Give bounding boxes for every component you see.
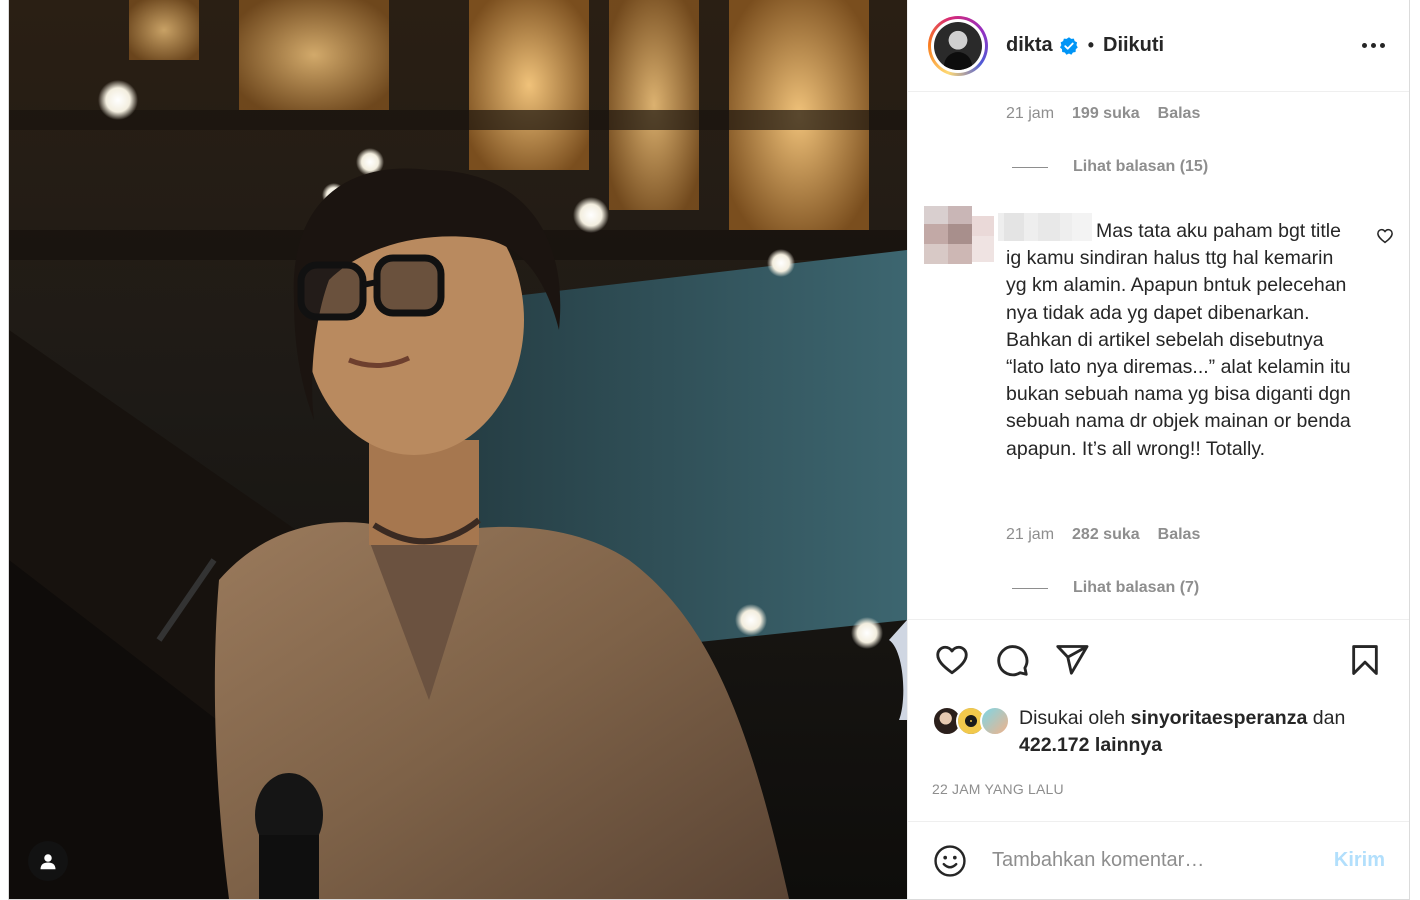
story-ring[interactable] <box>928 15 988 76</box>
concert-photo <box>9 0 907 899</box>
reply-button[interactable]: Balas <box>1158 526 1201 544</box>
likes-prefix: Disukai oleh <box>1019 707 1126 729</box>
heart-icon <box>936 645 968 674</box>
comments-list[interactable]: 21 jam 199 suka Balas Lihat balasan (15) <box>908 92 1409 619</box>
save-button[interactable] <box>1345 640 1385 680</box>
divider <box>1012 166 1048 168</box>
likes-conj: dan <box>1312 707 1346 729</box>
liker-username[interactable]: sinyoritaesperanza <box>1131 707 1308 729</box>
avatar <box>934 21 982 70</box>
comment-icon <box>997 644 1029 676</box>
heart-icon[interactable] <box>1376 227 1394 245</box>
share-button[interactable] <box>1052 640 1092 680</box>
comment-composer: Kirim <box>908 821 1409 899</box>
person-icon <box>40 854 56 870</box>
comment-time: 21 jam <box>1006 526 1055 543</box>
post-dialog: dikta • Diikuti 21 jam 199 suka Balas Li… <box>8 0 1410 900</box>
post-comment-button[interactable]: Kirim <box>1334 849 1385 872</box>
emoji-icon <box>934 844 966 877</box>
avatar <box>980 706 1010 736</box>
redacted-avatar <box>924 206 994 264</box>
post-header: dikta • Diikuti <box>908 0 1409 92</box>
comment-meta: 21 jam 199 suka Balas <box>1006 105 1200 123</box>
post-username[interactable]: dikta <box>1006 34 1053 57</box>
comment-text: Mas tata aku paham bgt title ig kamu sin… <box>1006 220 1351 460</box>
more-options-icon[interactable] <box>1356 37 1391 54</box>
reply-button[interactable]: Balas <box>1158 105 1201 123</box>
bookmark-icon <box>1352 644 1378 675</box>
emoji-button[interactable] <box>932 843 968 879</box>
comment-likes[interactable]: 199 suka <box>1072 105 1140 123</box>
tag-people-button[interactable] <box>28 841 68 881</box>
comment-input[interactable] <box>992 849 1334 872</box>
comment-likes[interactable]: 282 suka <box>1072 526 1140 544</box>
likes-text: Disukai oleh sinyoritaesperanza dan 422.… <box>1019 705 1389 759</box>
liker-avatars[interactable] <box>932 706 1016 736</box>
post-timestamp[interactable]: 22 JAM YANG LALU <box>908 781 1409 821</box>
divider <box>1012 587 1048 589</box>
view-replies-button[interactable]: Lihat balasan (7) <box>1012 579 1199 597</box>
action-bar <box>908 619 1409 699</box>
view-replies-label: Lihat balasan (15) <box>1073 158 1209 175</box>
like-button[interactable] <box>932 640 972 680</box>
view-replies-label: Lihat balasan (7) <box>1073 579 1200 596</box>
view-replies-button[interactable]: Lihat balasan (15) <box>1012 158 1208 176</box>
follow-status-button[interactable]: Diikuti <box>1103 34 1164 57</box>
post-photo[interactable] <box>9 0 907 899</box>
comment-button[interactable] <box>992 640 1032 680</box>
post-side-panel: dikta • Diikuti 21 jam 199 suka Balas Li… <box>907 0 1409 899</box>
comment-time: 21 jam <box>1006 105 1055 122</box>
comment-meta: 21 jam 282 suka Balas <box>1006 526 1200 544</box>
separator-dot: • <box>1087 35 1094 55</box>
verified-badge-icon <box>1059 36 1079 56</box>
share-icon <box>1056 644 1089 675</box>
likes-count[interactable]: 422.172 lainnya <box>1019 734 1162 756</box>
likes-summary: Disukai oleh sinyoritaesperanza dan 422.… <box>908 705 1409 759</box>
